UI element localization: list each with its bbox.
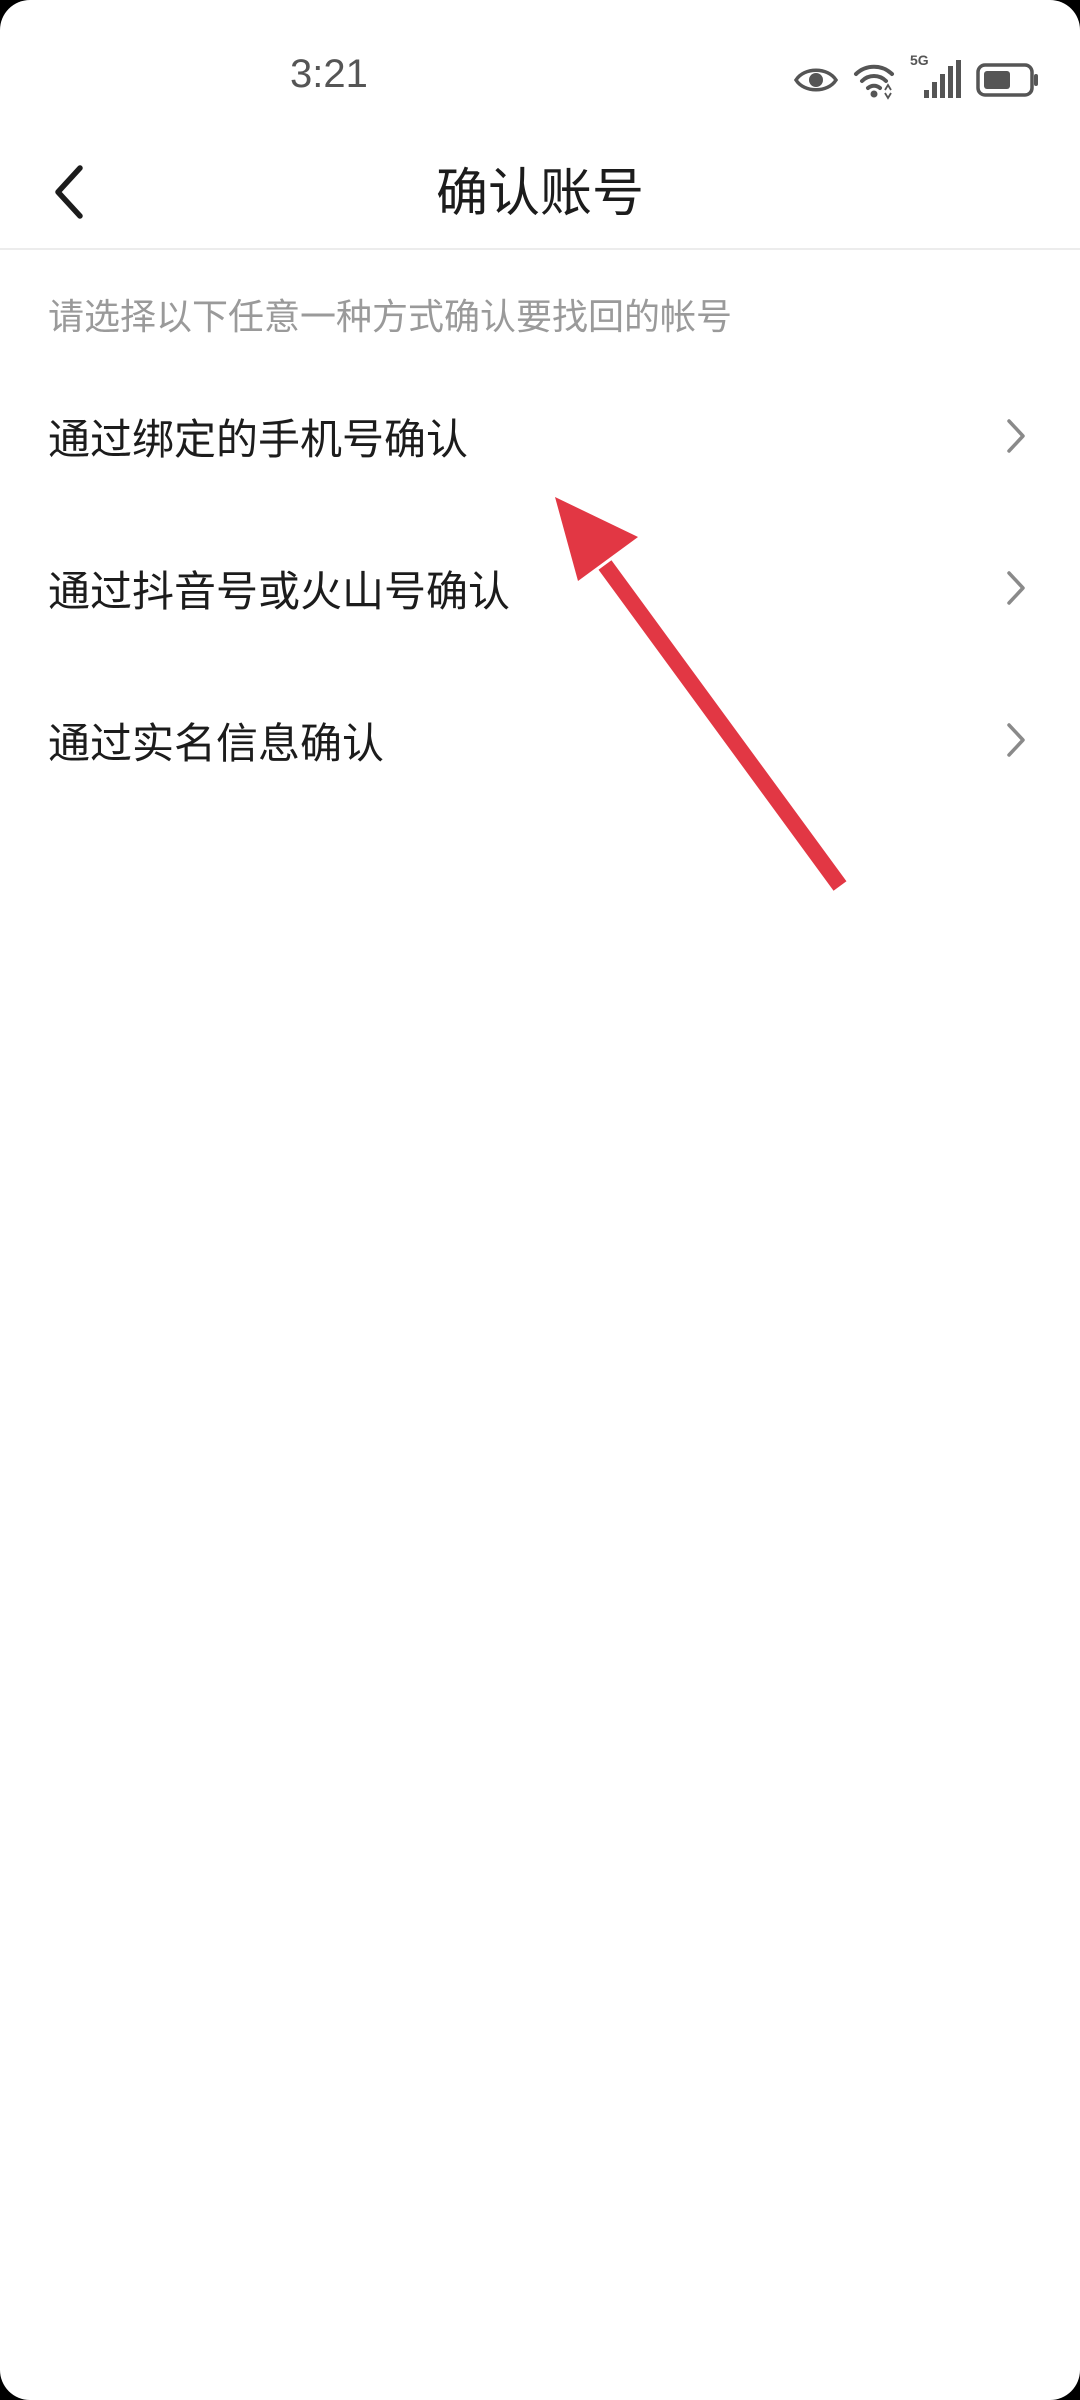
navigation-header: 确认账号 (0, 140, 1080, 250)
option-label: 通过实名信息确认 (48, 718, 385, 768)
status-bar: 3:21 5G (0, 0, 1080, 140)
status-icons: 5G (794, 52, 1040, 104)
verification-options-list: 通过绑定的手机号确认 通过抖音号或火山号确认 通过实名信息确认 (0, 360, 1080, 816)
option-douyin-id-verification[interactable]: 通过抖音号或火山号确认 (0, 512, 1080, 664)
option-phone-verification[interactable]: 通过绑定的手机号确认 (0, 360, 1080, 512)
battery-icon (976, 62, 1040, 98)
option-label: 通过绑定的手机号确认 (48, 414, 469, 464)
back-arrow-icon (50, 164, 90, 224)
instruction-text: 请选择以下任意一种方式确认要找回的帐号 (48, 297, 733, 338)
page-title: 确认账号 (435, 164, 644, 224)
cellular-signal-icon: 5G (910, 52, 962, 102)
status-time: 3:21 (290, 52, 368, 96)
option-real-name-verification[interactable]: 通过实名信息确认 (0, 664, 1080, 816)
wifi-icon (852, 60, 896, 100)
eye-icon (794, 64, 838, 96)
chevron-right-icon (996, 564, 1036, 612)
chevron-right-icon (996, 716, 1036, 764)
app-screen: 3:21 5G 确认账号 请选择以下任意一种方式确认要找回的帐号 通过绑定的手机… (0, 0, 1080, 2400)
chevron-right-icon (996, 412, 1036, 460)
back-button[interactable] (30, 154, 110, 234)
option-label: 通过抖音号或火山号确认 (48, 566, 511, 616)
